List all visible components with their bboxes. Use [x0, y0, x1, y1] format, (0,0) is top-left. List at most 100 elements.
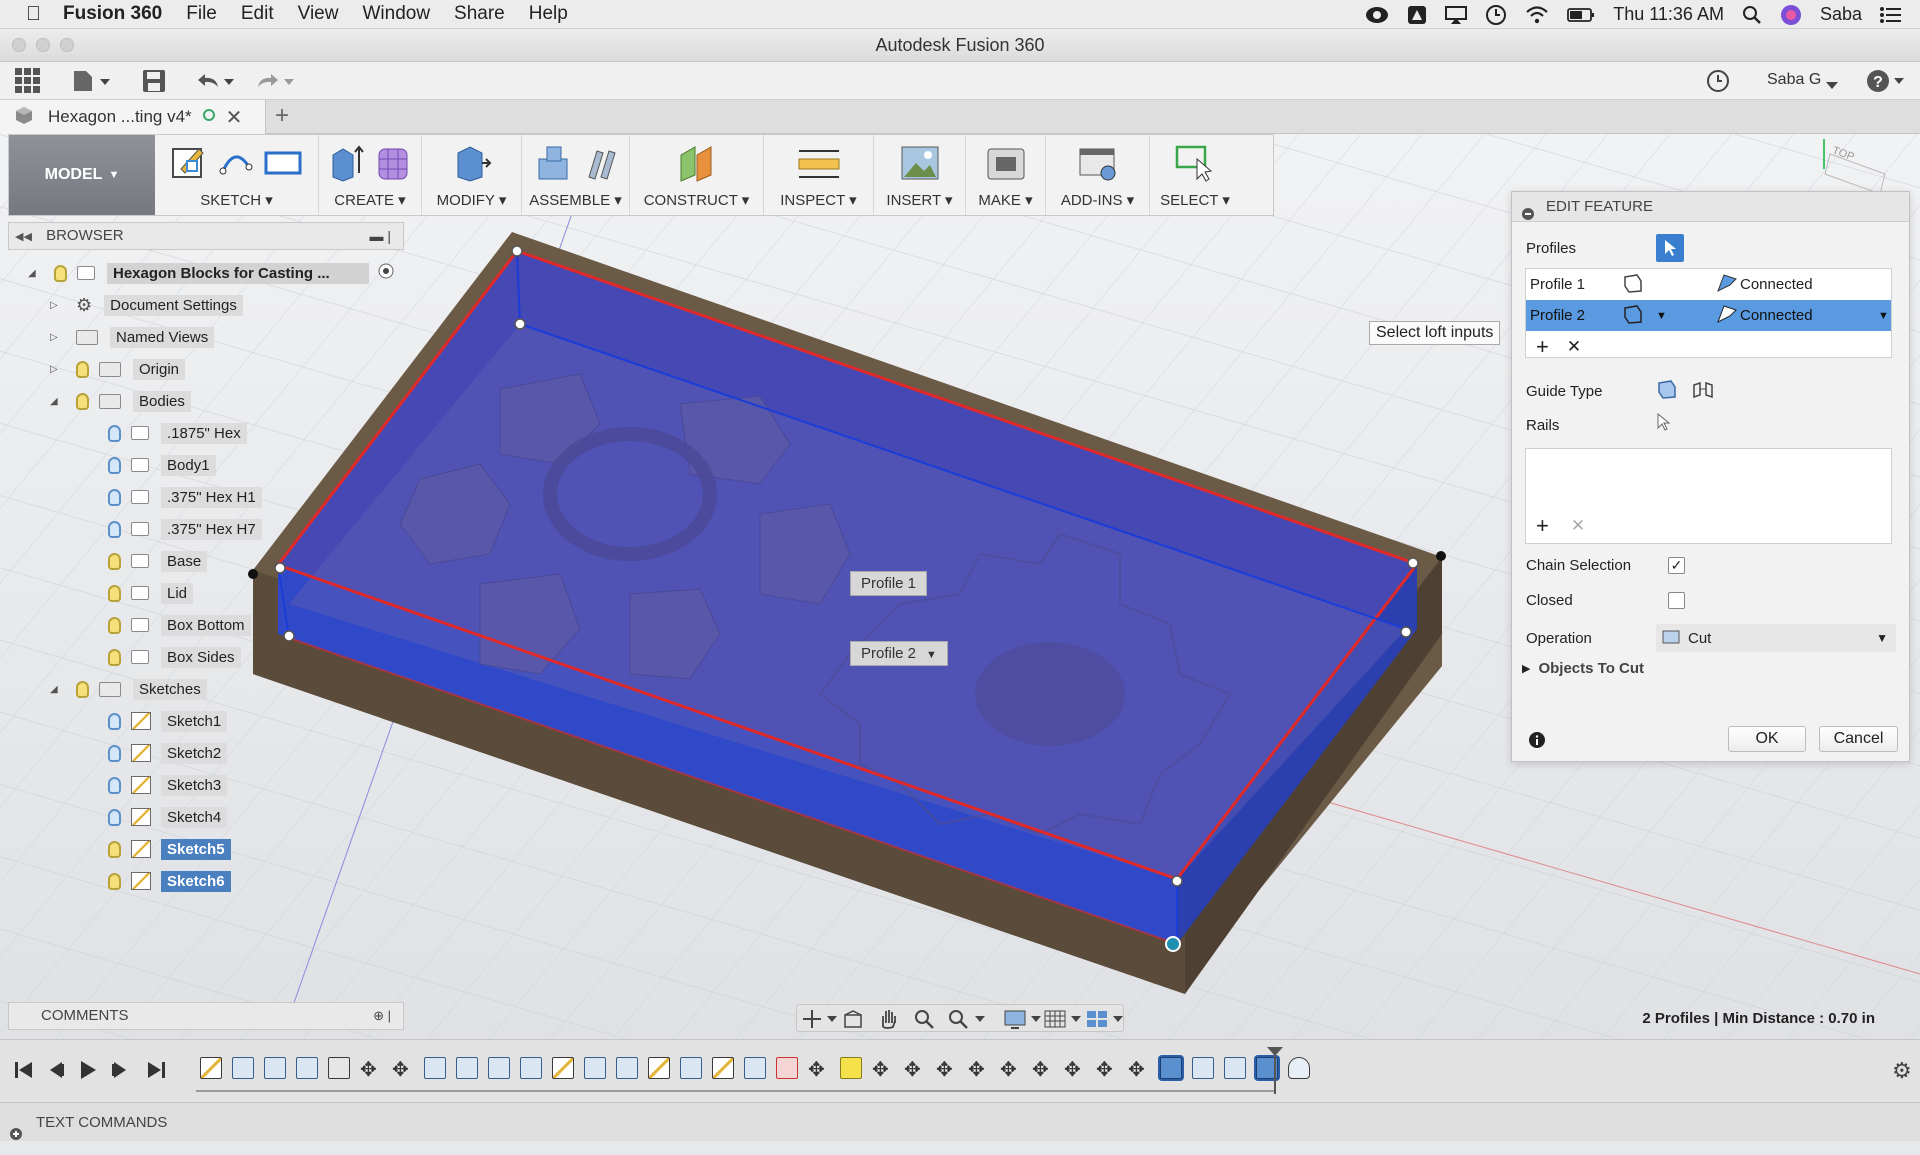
new-tab-icon[interactable]: + — [275, 102, 289, 130]
add-comment-icon[interactable]: ⊕ | — [373, 1003, 391, 1029]
timeline-extrude-icon[interactable] — [264, 1057, 286, 1079]
add-profile-icon[interactable]: + — [1536, 334, 1549, 360]
edit-feature-header[interactable]: EDIT FEATURE — [1512, 192, 1909, 222]
form-icon[interactable] — [375, 143, 411, 187]
undo-icon[interactable] — [194, 71, 238, 95]
expand-icon[interactable]: ▷ — [50, 300, 76, 311]
chain-selection-checkbox[interactable]: ✓ — [1668, 557, 1685, 574]
timeline-extrude-icon[interactable] — [616, 1057, 638, 1079]
browser-document-settings[interactable]: ▷ ⚙ Document Settings — [50, 292, 243, 318]
text-commands-bar[interactable]: TEXT COMMANDS — [0, 1102, 1920, 1141]
browser-body-item[interactable]: .375" Hex H7 — [108, 516, 262, 542]
timeline-move-icon[interactable]: ✥ — [1128, 1057, 1150, 1081]
timeline-move-icon[interactable]: ✥ — [904, 1057, 926, 1081]
browser-sketch-item[interactable]: Sketch1 — [108, 708, 228, 734]
spotlight-search-icon[interactable] — [1742, 5, 1762, 25]
profile-status[interactable]: Connected — [1740, 276, 1813, 293]
siri-icon[interactable] — [1780, 4, 1802, 26]
end-condition-dropdown-icon[interactable]: ▼ — [1656, 310, 1716, 322]
timeline-move-icon[interactable]: ✥ — [392, 1057, 414, 1081]
visibility-bulb-icon[interactable] — [108, 520, 121, 538]
construct-group[interactable]: CONSTRUCT ▾ — [630, 135, 764, 215]
press-pull-icon[interactable] — [452, 143, 492, 187]
timeline-loft-icon[interactable] — [1288, 1057, 1310, 1079]
ok-button[interactable]: OK — [1728, 726, 1806, 752]
add-ins-menu[interactable]: ADD-INS ▾ — [1061, 191, 1134, 209]
centerline-guide-icon[interactable] — [1692, 379, 1714, 403]
cancel-button[interactable]: Cancel — [1819, 726, 1898, 752]
make-group[interactable]: MAKE ▾ — [966, 135, 1046, 215]
notification-center-icon[interactable] — [1880, 6, 1902, 24]
visibility-bulb-icon[interactable] — [108, 424, 121, 442]
profile2-canvas-label[interactable]: Profile 2 ▼ — [850, 641, 948, 666]
timeline-extrude-icon[interactable] — [488, 1057, 510, 1079]
assemble-group[interactable]: ASSEMBLE ▾ — [522, 135, 630, 215]
display-settings-icon[interactable] — [1003, 1008, 1041, 1034]
timeline-move-icon[interactable]: ✥ — [872, 1057, 894, 1081]
menu-file[interactable]: File — [186, 3, 217, 25]
profiles-select-button[interactable] — [1656, 234, 1684, 262]
insert-image-icon[interactable] — [900, 143, 940, 187]
profile2-dropdown-icon[interactable]: ▼ — [926, 649, 937, 661]
info-icon[interactable] — [1529, 732, 1545, 752]
apple-icon[interactable]:  — [26, 3, 41, 26]
timeline-extrude-icon[interactable] — [424, 1057, 446, 1079]
menu-view[interactable]: View — [298, 3, 339, 25]
inspect-group[interactable]: INSPECT ▾ — [764, 135, 874, 215]
timeline-sketch-icon[interactable] — [552, 1057, 574, 1079]
select-window-icon[interactable] — [1175, 143, 1215, 187]
timeline-move-icon[interactable]: ✥ — [1000, 1057, 1022, 1081]
battery-icon[interactable] — [1567, 7, 1595, 23]
sketch-group[interactable]: SKETCH ▾ — [155, 135, 319, 215]
pan-hand-icon[interactable] — [877, 1007, 899, 1033]
menu-edit[interactable]: Edit — [241, 3, 274, 25]
visibility-bulb-icon[interactable] — [76, 392, 89, 410]
go-to-end-icon[interactable] — [146, 1060, 166, 1084]
creative-cloud-icon[interactable] — [1365, 6, 1389, 24]
timeline-move-icon[interactable]: ✥ — [1064, 1057, 1086, 1081]
timeline-highlighted-pattern-icon[interactable] — [840, 1057, 862, 1079]
browser-sketch-item[interactable]: Sketch2 — [108, 740, 228, 766]
measure-icon[interactable] — [797, 143, 841, 187]
timeline-component-icon[interactable] — [328, 1057, 350, 1079]
select-group[interactable]: SELECT ▾ — [1150, 135, 1240, 215]
profile1-canvas-label[interactable]: Profile 1 — [850, 571, 928, 596]
browser-body-item[interactable]: .375" Hex H1 — [108, 484, 262, 510]
browser-body-item[interactable]: Lid — [108, 580, 194, 606]
timeline-extrude-icon[interactable] — [520, 1057, 542, 1079]
browser-sketch-item[interactable]: Sketch4 — [108, 804, 228, 830]
menu-window[interactable]: Window — [362, 3, 430, 25]
remove-profile-icon[interactable]: ✕ — [1567, 337, 1581, 357]
inspect-menu[interactable]: INSPECT ▾ — [780, 191, 856, 209]
add-rail-icon[interactable]: + — [1536, 513, 1549, 539]
expand-icon[interactable]: ▷ — [50, 364, 76, 375]
visibility-bulb-icon[interactable] — [108, 776, 121, 794]
profile-row-selected[interactable]: Profile 2 ▼ Connected ▼ — [1526, 300, 1891, 331]
browser-body-item[interactable]: Box Sides — [108, 644, 241, 670]
time-machine-icon[interactable] — [1485, 4, 1507, 26]
visibility-bulb-icon[interactable] — [76, 680, 89, 698]
zoom-icon[interactable] — [913, 1008, 935, 1034]
objects-to-cut-row[interactable]: ▶ Objects To Cut — [1522, 660, 1644, 677]
timeline-extrude-icon[interactable] — [232, 1057, 254, 1079]
profile-end-condition-icon[interactable] — [1622, 273, 1716, 297]
timeline-move-icon[interactable]: ✥ — [808, 1057, 830, 1081]
modify-group[interactable]: MODIFY ▾ — [422, 135, 522, 215]
activate-radio-icon[interactable] — [377, 262, 395, 284]
comments-panel[interactable]: COMMENTS ⊕ | — [8, 1002, 404, 1030]
select-menu[interactable]: SELECT ▾ — [1160, 191, 1230, 209]
add-ins-group[interactable]: ADD-INS ▾ — [1046, 135, 1150, 215]
closed-checkbox[interactable] — [1668, 592, 1685, 609]
menu-user[interactable]: Saba — [1820, 4, 1862, 25]
timeline-extrude-icon[interactable] — [1224, 1057, 1246, 1079]
timeline-sketch-icon[interactable] — [712, 1057, 734, 1079]
make-menu[interactable]: MAKE ▾ — [978, 191, 1032, 209]
create-sketch-icon[interactable] — [171, 143, 207, 183]
sketch-menu[interactable]: SKETCH ▾ — [200, 191, 273, 209]
scripts-addins-icon[interactable] — [1078, 143, 1118, 187]
arc-icon[interactable] — [217, 143, 253, 183]
browser-header[interactable]: ◀◀ BROWSER ▬ | — [8, 222, 404, 250]
insert-group[interactable]: INSERT ▾ — [874, 135, 966, 215]
visibility-bulb-icon[interactable] — [108, 552, 121, 570]
step-forward-icon[interactable] — [110, 1060, 130, 1084]
